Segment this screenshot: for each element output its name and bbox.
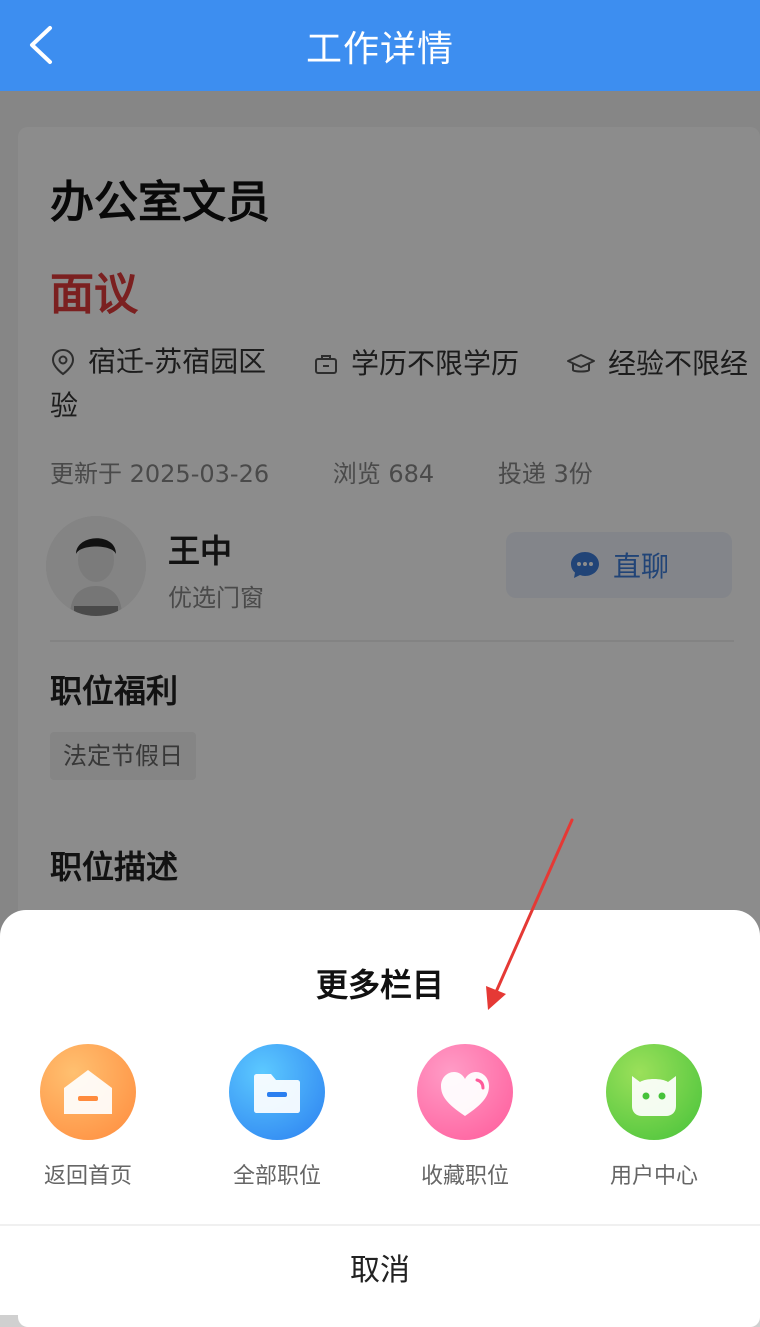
heart-glyph-icon (441, 1072, 489, 1116)
favorite-jobs-label: 收藏职位 (420, 1164, 509, 1189)
all-jobs-label: 全部职位 (232, 1164, 321, 1189)
user-center-button[interactable]: 用户中心 (584, 1044, 724, 1190)
favorite-jobs-button[interactable]: 收藏职位 (395, 1044, 535, 1190)
user-center-label: 用户中心 (609, 1164, 698, 1189)
page-title: 工作详情 (305, 29, 454, 70)
sheet-title: 更多栏目 (315, 966, 444, 1004)
all-jobs-button[interactable]: 全部职位 (207, 1044, 347, 1190)
home-icon (40, 1044, 136, 1140)
home-glyph-icon (64, 1070, 112, 1114)
user-center-icon (606, 1044, 702, 1140)
folder-glyph-icon (254, 1074, 300, 1113)
home-label: 返回首页 (43, 1164, 132, 1189)
cancel-button[interactable]: 取消 (0, 1226, 760, 1315)
folder-icon (229, 1044, 325, 1140)
heart-icon (417, 1044, 513, 1140)
more-options-sheet: 更多栏目 返回首页 全部职位 收藏职位 用户中心 取消 (0, 910, 760, 1315)
app-header: 工作详情 (0, 0, 760, 91)
user-center-glyph-icon (632, 1076, 676, 1116)
home-button[interactable]: 返回首页 (18, 1044, 158, 1190)
